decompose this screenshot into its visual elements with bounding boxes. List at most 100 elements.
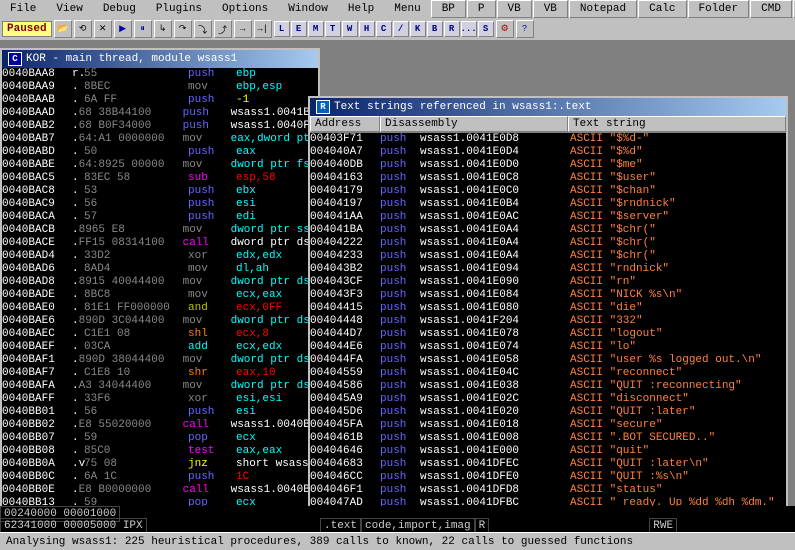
refs-row[interactable]: 00404683pushwsass1.0041DFECASCII "QUIT :… [310,458,786,471]
letter-btn-e[interactable]: E [291,21,307,37]
refs-row[interactable]: 004044D7pushwsass1.0041E078ASCII "logout… [310,328,786,341]
letter-btn-h[interactable]: H [359,21,375,37]
disasm-row[interactable]: 0040BAFF.33F6xoresi,esi [2,393,318,406]
refs-row[interactable]: 00404559pushwsass1.0041E04CASCII "reconn… [310,367,786,380]
disasm-row[interactable]: 0040BAF7.C1E8 10shreax,10 [2,367,318,380]
references-window[interactable]: R Text strings referenced in wsass1:.tex… [308,96,788,508]
letter-btn-s[interactable]: S [478,21,494,37]
refs-row[interactable]: 004043B2pushwsass1.0041E094ASCII "rndnic… [310,263,786,276]
disasm-row[interactable]: 0040BAAB.6A FFpush-1 [2,94,318,107]
p-button[interactable]: P [467,0,496,18]
disasm-row[interactable]: 0040BACE.FF15 08314100calldword ptr ds:[… [2,237,318,250]
disasm-row[interactable]: 0040BB01.56pushesi [2,406,318,419]
refs-row[interactable]: 004041AApushwsass1.0041E0ACASCII "$serve… [310,211,786,224]
refs-row[interactable]: 004043CFpushwsass1.0041E090ASCII "rn" [310,276,786,289]
hdr-text-string[interactable]: Text string [568,116,786,132]
hdr-address[interactable]: Address [310,116,380,132]
refs-row[interactable]: 004040A7pushwsass1.0041E0D4ASCII "$%d" [310,146,786,159]
disasm-row[interactable]: 0040BB13.59popecx [2,497,318,506]
letter-btn-m[interactable]: M [308,21,324,37]
disasm-row[interactable]: 0040BAC5.83EC 58subesp,58 [2,172,318,185]
disasm-row[interactable]: 0040BAD4.33D2xoredx,edx [2,250,318,263]
disasm-row[interactable]: 0040BABD.50pusheax [2,146,318,159]
run-to-icon[interactable]: → [234,20,252,38]
disasm-row[interactable]: 0040BAE0.81E1 FF000000andecx,0FF [2,302,318,315]
bp-button[interactable]: BP [431,0,466,18]
calc-button[interactable]: Calc [638,0,686,18]
menu-window[interactable]: Window [278,1,338,17]
menu-plugins[interactable]: Plugins [146,1,212,17]
disasm-row[interactable]: 0040BAAD.68 38B44100pushwsass1.0041B438 [2,107,318,120]
disasm-pane[interactable]: 0040BAA8r.55pushebp0040BAA9.8BECmovebp,e… [2,68,318,506]
menu-view[interactable]: View [46,1,92,17]
step-into-icon[interactable]: ↳ [154,20,172,38]
disasm-row[interactable]: 0040BAFA.A3 34044400movdword ptr ds:[4 [2,380,318,393]
refs-titlebar[interactable]: R Text strings referenced in wsass1:.tex… [310,98,786,116]
refs-row[interactable]: 00404586pushwsass1.0041E038ASCII "QUIT :… [310,380,786,393]
vb-button[interactable]: VB [497,0,532,18]
vb-button-2[interactable]: VB [533,0,568,18]
refs-row[interactable]: 00404197pushwsass1.0041E0B4ASCII "$rndni… [310,198,786,211]
menu-debug[interactable]: Debug [93,1,146,17]
goto-icon[interactable]: →| [254,20,272,38]
refs-row[interactable]: 00404163pushwsass1.0041E0C8ASCII "$user" [310,172,786,185]
refs-row[interactable]: 004041BApushwsass1.0041E0A4ASCII "$chr(" [310,224,786,237]
disasm-row[interactable]: 0040BACA.57pushedi [2,211,318,224]
pause-icon[interactable]: ⏸ [134,20,152,38]
menu-menu[interactable]: Menu [384,1,430,17]
refs-row[interactable]: 004046F1pushwsass1.0041DFD8ASCII "status… [310,484,786,497]
open-icon[interactable]: 📂 [54,20,72,38]
trace-into-icon[interactable]: ⤵ [194,20,212,38]
refs-row[interactable]: 00404222pushwsass1.0041E0A4ASCII "$chr(" [310,237,786,250]
refs-row[interactable]: 004044E6pushwsass1.0041E074ASCII "lo" [310,341,786,354]
disasm-row[interactable]: 0040BB0C.6A 1Cpush1C [2,471,318,484]
menu-file[interactable]: File [0,1,46,17]
step-over-icon[interactable]: ↷ [174,20,192,38]
refs-row[interactable]: 004046CCpushwsass1.0041DFE0ASCII "QUIT :… [310,471,786,484]
letter-btn-w[interactable]: W [342,21,358,37]
disasm-row[interactable]: 0040BAEF.03CAaddecx,edx [2,341,318,354]
refs-row[interactable]: 004047ADpushwsass1.0041DFBCASCII " ready… [310,497,786,506]
disasm-row[interactable]: 0040BAC9.56pushesi [2,198,318,211]
disasm-row[interactable]: 0040BAA9.8BECmovebp,esp [2,81,318,94]
letter-btn-k[interactable]: K [410,21,426,37]
disasm-row[interactable]: 0040BAF1.890D 38044400movdword ptr ds:[4 [2,354,318,367]
refs-pane[interactable]: 00403F71pushwsass1.0041E0D8ASCII "$%d-"0… [310,133,786,506]
trace-over-icon[interactable]: ⤴ [214,20,232,38]
settings-icon[interactable]: ⚙ [496,20,514,38]
help-icon[interactable]: ? [516,20,534,38]
disasm-row[interactable]: 0040BAC8.53pushebx [2,185,318,198]
disasm-window[interactable]: C KOR - main thread, module wsass1 0040B… [0,48,320,508]
refs-row[interactable]: 004044FApushwsass1.0041E058ASCII "user %… [310,354,786,367]
letter-btn-t[interactable]: T [325,21,341,37]
disasm-row[interactable]: 0040BAA8r.55pushebp [2,68,318,81]
disasm-row[interactable]: 0040BAD8.8915 40044400movdword ptr ds:[4 [2,276,318,289]
disasm-row[interactable]: 0040BB0A.v75 08jnzshort wsass1.00 [2,458,318,471]
disasm-row[interactable]: 0040BAB7.64:A1 0000000moveax,dword ptr f… [2,133,318,146]
refs-row[interactable]: 00404448pushwsass1.0041F204ASCII "332" [310,315,786,328]
disasm-row[interactable]: 0040BAE6.890D 3C044400movdword ptr ds:[4 [2,315,318,328]
close-icon[interactable]: ✕ [94,20,112,38]
refs-row[interactable]: 004045A9pushwsass1.0041E02CASCII "discon… [310,393,786,406]
letter-btn-r[interactable]: R [444,21,460,37]
menu-help[interactable]: Help [338,1,384,17]
cmd-button[interactable]: CMD [750,0,792,18]
notepad-button[interactable]: Notepad [569,0,637,18]
refs-row[interactable]: 0040461Bpushwsass1.0041E008ASCII ".BOT S… [310,432,786,445]
refs-row[interactable]: 00404415pushwsass1.0041E080ASCII "die" [310,302,786,315]
refs-row[interactable]: 004045D6pushwsass1.0041E020ASCII "QUIT :… [310,406,786,419]
refs-row[interactable]: 00403F71pushwsass1.0041E0D8ASCII "$%d-" [310,133,786,146]
disasm-row[interactable]: 0040BB07.59popecx [2,432,318,445]
refs-row[interactable]: 004045FApushwsass1.0041E018ASCII "secure… [310,419,786,432]
hdr-disassembly[interactable]: Disassembly [380,116,568,132]
disasm-row[interactable]: 0040BAB2.68 B0F34000pushwsass1.0040F3B0 [2,120,318,133]
letter-btn-b[interactable]: B [427,21,443,37]
refs-row[interactable]: 00404179pushwsass1.0041E0C0ASCII "$chan" [310,185,786,198]
disasm-row[interactable]: 0040BB02.E8 55020000callwsass1.0040BD5C [2,419,318,432]
letter-btn-l[interactable]: L [274,21,290,37]
disasm-titlebar[interactable]: C KOR - main thread, module wsass1 [2,50,318,68]
play-icon[interactable]: ▶ [114,20,132,38]
menu-options[interactable]: Options [212,1,278,17]
letter-btn-/[interactable]: / [393,21,409,37]
disasm-row[interactable]: 0040BB0E.E8 B0000000callwsass1.0040BBC3 [2,484,318,497]
